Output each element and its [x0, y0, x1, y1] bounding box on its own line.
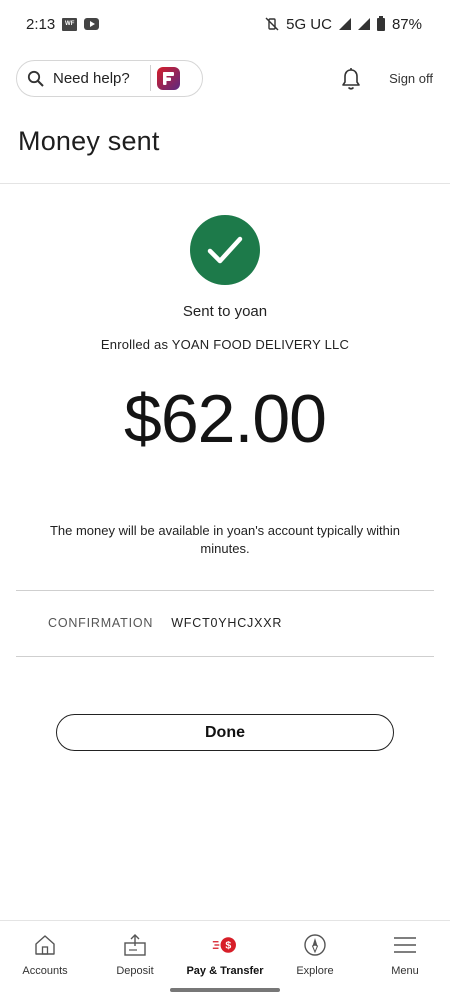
bottom-nav: Accounts Deposit $ Pay & Transfer Explor… [0, 921, 450, 983]
home-icon [32, 933, 58, 957]
nav-pay-transfer-label: Pay & Transfer [186, 965, 264, 977]
status-time: 2:13 [26, 15, 56, 33]
confirmation-top-divider [16, 590, 434, 591]
confirmation-row: CONFIRMATION WFCT0YHCJXXR [48, 616, 282, 630]
confirmation-number: WFCT0YHCJXXR [171, 616, 283, 630]
status-bar: 2:13 WF 5G UC 87% [0, 0, 450, 48]
signal-icon-2 [357, 18, 370, 30]
nav-accounts[interactable]: Accounts [0, 921, 90, 983]
confirmation-bottom-divider [16, 656, 434, 657]
sign-off-link[interactable]: Sign off [389, 71, 433, 86]
nav-menu-label: Menu [391, 965, 419, 977]
nav-menu[interactable]: Menu [360, 921, 450, 983]
page-title: Money sent [18, 126, 160, 156]
status-right: 5G UC 87% [265, 15, 422, 33]
wells-fargo-notification-icon: WF [62, 17, 78, 31]
signal-icon [338, 18, 351, 30]
gesture-home-indicator[interactable] [170, 988, 280, 992]
title-divider [0, 183, 450, 184]
nav-accounts-label: Accounts [22, 965, 68, 977]
checkmark-icon [207, 236, 243, 264]
menu-icon [392, 933, 418, 957]
status-left: 2:13 WF [26, 15, 100, 33]
notifications-bell-icon[interactable] [340, 67, 362, 91]
pill-divider [150, 65, 151, 91]
enrolled-as-text: Enrolled as YOAN FOOD DELIVERY LLC [100, 337, 350, 352]
search-icon [27, 70, 44, 87]
svg-text:$: $ [225, 940, 231, 952]
nav-deposit[interactable]: Deposit [90, 921, 180, 983]
success-check-icon [190, 215, 260, 285]
deposit-icon [122, 933, 148, 957]
availability-note: The money will be available in yoan's ac… [49, 523, 401, 556]
done-button[interactable]: Done [56, 714, 394, 751]
top-bar: Need help? Sign off [0, 60, 450, 98]
amount-sent: $62.00 [124, 381, 327, 457]
battery-icon [376, 15, 385, 31]
fargo-assistant-icon[interactable] [157, 67, 180, 90]
nav-explore[interactable]: Explore [270, 921, 360, 983]
recipient-text: Sent to yoan [182, 303, 268, 320]
nav-explore-label: Explore [296, 965, 334, 977]
nav-pay-transfer[interactable]: $ Pay & Transfer [180, 921, 270, 983]
nav-deposit-label: Deposit [116, 965, 154, 977]
youtube-notification-icon [84, 18, 100, 30]
vibrate-off-icon [265, 17, 279, 31]
battery-level: 87% [391, 15, 422, 33]
compass-icon [302, 933, 328, 957]
pay-transfer-icon: $ [212, 933, 238, 957]
network-type: 5G UC [286, 15, 332, 33]
confirmation-label: CONFIRMATION [48, 616, 154, 630]
help-search-placeholder: Need help? [53, 70, 130, 87]
